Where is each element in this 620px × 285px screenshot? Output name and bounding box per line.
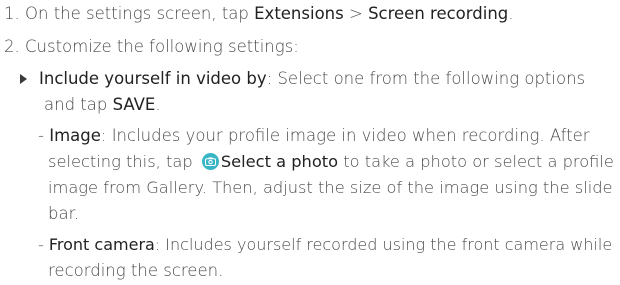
image-option-text-2: selecting this, tap	[48, 152, 198, 171]
front-camera-text: : Includes yourself recorded using the f…	[154, 235, 613, 254]
instruction-document: 1. On the settings screen, tap Extension…	[0, 0, 620, 285]
step-1-number: 1.	[4, 4, 20, 23]
image-option: - Image: Includes your profile image in …	[38, 123, 590, 149]
image-option-line-3: image from Gallery. Then, adjust the siz…	[48, 175, 613, 201]
step-2: 2. Customize the following settings:	[4, 34, 299, 60]
camera-icon	[201, 153, 219, 170]
extensions-label: Extensions	[254, 4, 344, 23]
image-option-text-4: image from Gallery. Then, adjust the siz…	[48, 178, 613, 197]
image-option-text: : Includes your profile image in video w…	[100, 126, 590, 145]
step-2-text: Customize the following settings:	[25, 37, 299, 56]
include-yourself-label: Include yourself in video by	[39, 69, 267, 88]
triangle-bullet-icon	[20, 74, 27, 84]
image-option-text-5: bar.	[48, 204, 80, 223]
front-camera-option: - Front camera: Includes yourself record…	[38, 232, 612, 258]
image-option-text-3: to take a photo or select a profile	[338, 152, 614, 171]
include-yourself-bullet: Include yourself in video by: Select one…	[20, 66, 585, 92]
front-camera-text-2: recording the screen.	[48, 261, 224, 280]
front-camera-dash: -	[38, 235, 49, 254]
step-2-number: 2.	[4, 37, 20, 56]
select-photo-label: Select a photo	[220, 152, 339, 171]
step-1-separator: >	[343, 4, 369, 23]
step-1: 1. On the settings screen, tap Extension…	[4, 1, 514, 27]
screen-recording-label: Screen recording	[368, 4, 509, 23]
image-option-line-4: bar.	[48, 201, 79, 227]
front-camera-label: Front camera	[48, 235, 155, 254]
save-label: SAVE	[112, 95, 156, 114]
front-camera-option-line-2: recording the screen.	[48, 258, 223, 284]
bullet-text-cont: and tap	[44, 95, 113, 114]
image-option-label: Image	[49, 126, 101, 145]
image-option-line-2: selecting this, tap Select a photo to ta…	[48, 149, 614, 175]
bullet-period: .	[155, 95, 161, 114]
step-1-text: On the settings screen, tap	[25, 4, 255, 23]
include-yourself-bullet-cont: and tap SAVE.	[44, 92, 161, 118]
include-yourself-text: : Select one from the following options	[266, 69, 586, 88]
image-option-dash: -	[38, 126, 50, 145]
step-1-period: .	[508, 4, 514, 23]
